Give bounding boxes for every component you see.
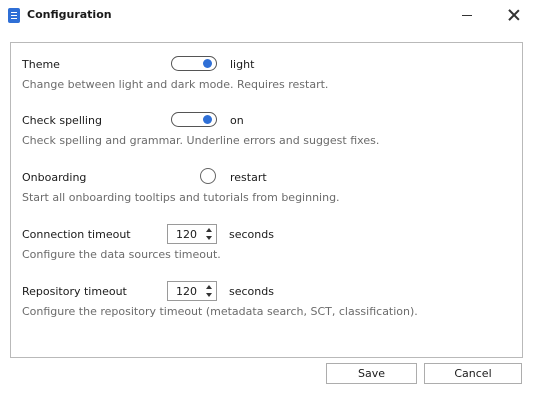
title-bar: Configuration bbox=[0, 0, 533, 32]
close-button[interactable] bbox=[499, 4, 529, 26]
spin-down-icon[interactable] bbox=[206, 293, 212, 297]
close-icon bbox=[508, 9, 520, 21]
spin-down-icon[interactable] bbox=[206, 236, 212, 240]
spin-arrows[interactable] bbox=[204, 283, 214, 299]
repository-timeout-unit: seconds bbox=[229, 285, 274, 298]
toggle-knob bbox=[203, 59, 212, 68]
spin-up-icon[interactable] bbox=[206, 228, 212, 232]
cancel-button[interactable]: Cancel bbox=[424, 363, 522, 384]
save-button[interactable]: Save bbox=[326, 363, 417, 384]
check-spelling-label: Check spelling bbox=[22, 114, 102, 127]
onboarding-label: Onboarding bbox=[22, 171, 87, 184]
connection-timeout-description: Configure the data sources timeout. bbox=[22, 248, 221, 261]
toggle-knob bbox=[203, 115, 212, 124]
settings-panel: Theme light Change between light and dar… bbox=[10, 42, 523, 358]
check-spelling-value: on bbox=[230, 114, 244, 127]
onboarding-restart-radio[interactable] bbox=[200, 168, 216, 184]
theme-description: Change between light and dark mode. Requ… bbox=[22, 78, 329, 91]
app-document-icon bbox=[8, 8, 20, 23]
check-spelling-description: Check spelling and grammar. Underline er… bbox=[22, 134, 380, 147]
onboarding-value: restart bbox=[230, 171, 267, 184]
check-spelling-toggle[interactable] bbox=[171, 112, 217, 127]
connection-timeout-spinbox[interactable]: 120 bbox=[167, 224, 217, 244]
theme-toggle[interactable] bbox=[171, 56, 217, 71]
repository-timeout-value[interactable]: 120 bbox=[176, 285, 197, 298]
theme-value: light bbox=[230, 58, 255, 71]
window-title: Configuration bbox=[27, 8, 112, 21]
minimize-icon bbox=[462, 14, 472, 16]
repository-timeout-description: Configure the repository timeout (metada… bbox=[22, 305, 418, 318]
repository-timeout-label: Repository timeout bbox=[22, 285, 127, 298]
connection-timeout-unit: seconds bbox=[229, 228, 274, 241]
connection-timeout-value[interactable]: 120 bbox=[176, 228, 197, 241]
spin-up-icon[interactable] bbox=[206, 285, 212, 289]
onboarding-description: Start all onboarding tooltips and tutori… bbox=[22, 191, 340, 204]
spin-arrows[interactable] bbox=[204, 226, 214, 242]
theme-label: Theme bbox=[22, 58, 60, 71]
repository-timeout-spinbox[interactable]: 120 bbox=[167, 281, 217, 301]
minimize-button[interactable] bbox=[452, 4, 482, 26]
connection-timeout-label: Connection timeout bbox=[22, 228, 131, 241]
